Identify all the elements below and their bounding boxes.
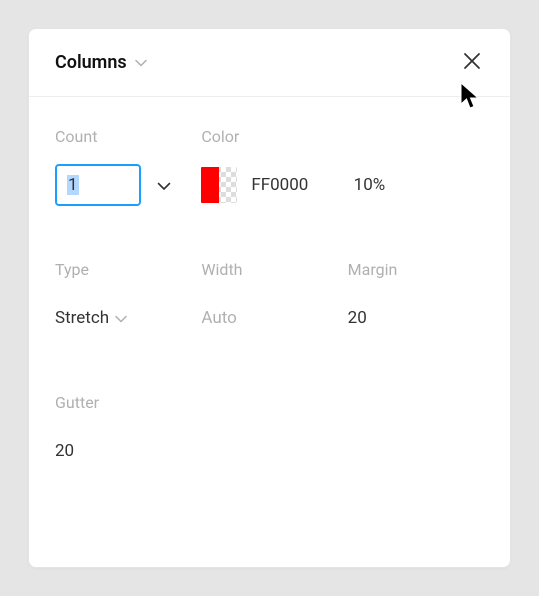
width-value: Auto — [201, 297, 337, 339]
chevron-down-icon — [115, 308, 127, 328]
color-field: Color FF0000 — [201, 127, 337, 206]
gutter-field: Gutter 20 — [55, 393, 191, 472]
panel-title-dropdown[interactable]: Columns — [55, 52, 147, 73]
margin-field: Margin 20 — [348, 260, 484, 339]
count-field: Count 1 — [55, 127, 191, 206]
type-value: Stretch — [55, 308, 109, 328]
panel-body: Count 1 Color — [29, 97, 510, 492]
gutter-input[interactable]: 20 — [55, 430, 191, 472]
color-opacity-value: 10% — [354, 175, 386, 195]
chevron-down-icon — [135, 59, 147, 67]
color-opacity-spacer — [348, 127, 484, 146]
color-opacity-field: 10% — [348, 127, 484, 206]
color-swatch-solid — [201, 167, 219, 203]
color-picker[interactable]: FF0000 — [201, 164, 337, 206]
count-dropdown-button[interactable] — [153, 172, 175, 199]
type-dropdown[interactable]: Stretch — [55, 308, 127, 328]
count-input[interactable]: 1 — [55, 164, 141, 206]
panel-title: Columns — [55, 52, 127, 73]
count-value: 1 — [67, 175, 79, 195]
panel-header: Columns — [29, 29, 510, 97]
width-label: Width — [201, 260, 337, 279]
gutter-value: 20 — [55, 441, 74, 461]
type-field: Type Stretch — [55, 260, 191, 339]
chevron-down-icon — [157, 176, 171, 195]
color-label: Color — [201, 127, 337, 146]
gutter-label: Gutter — [55, 393, 191, 412]
close-icon — [462, 51, 482, 74]
count-label: Count — [55, 127, 191, 146]
columns-panel: Columns Count 1 — [28, 28, 511, 568]
color-swatch — [201, 167, 237, 203]
width-field: Width Auto — [201, 260, 337, 339]
type-label: Type — [55, 260, 191, 279]
close-button[interactable] — [458, 47, 486, 78]
margin-input[interactable]: 20 — [348, 297, 484, 339]
margin-value: 20 — [348, 308, 367, 328]
color-hex-value: FF0000 — [251, 175, 308, 195]
margin-label: Margin — [348, 260, 484, 279]
color-opacity-input[interactable]: 10% — [348, 164, 484, 206]
